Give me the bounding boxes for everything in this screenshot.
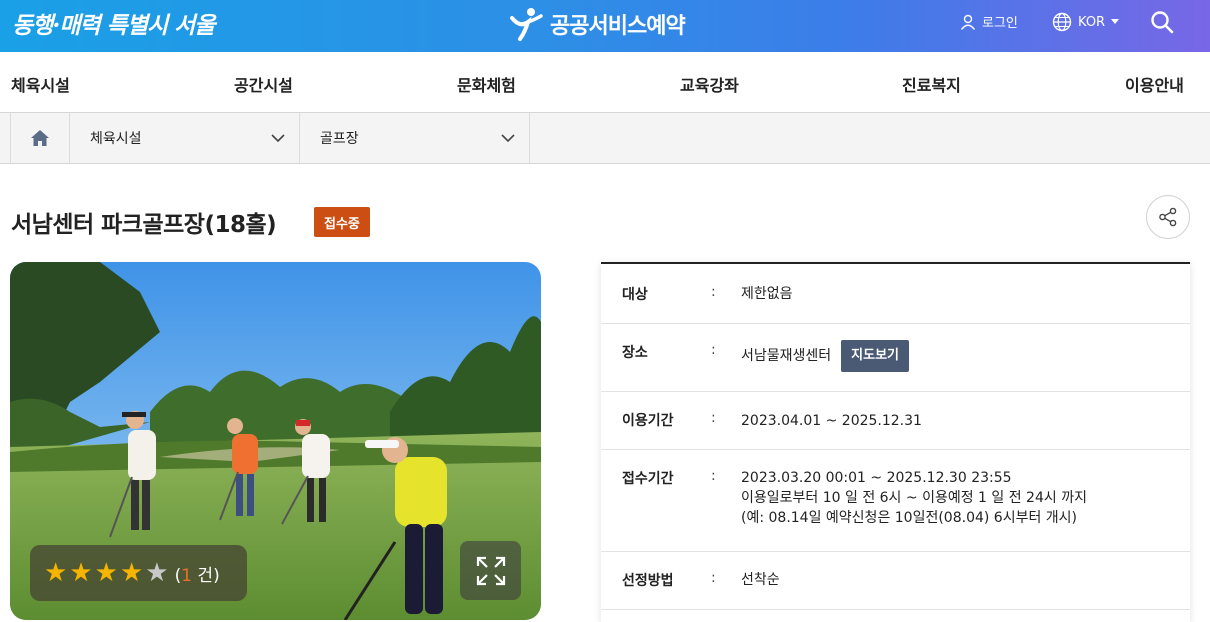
facility-info-table: 대상 : 제한없음 장소 : 서남물재생센터 지도보기 이용기간 : 2023.0…	[601, 262, 1190, 622]
info-colon: :	[711, 410, 716, 426]
user-icon	[960, 14, 976, 30]
nav-item-education[interactable]: 교육강좌	[680, 72, 739, 96]
caret-down-icon	[1111, 19, 1120, 24]
rating-count-number: 1	[181, 565, 193, 586]
info-value-location: 서남물재생센터 지도보기	[741, 340, 910, 372]
star-filled-icon: ★	[44, 558, 68, 588]
reception-period-line: 이용일로부터 10 일 전 6시 ~ 이용예정 1 일 전 24시 까지	[741, 490, 1087, 506]
info-label: 이용기간	[622, 413, 674, 429]
login-label: 로그인	[982, 16, 1018, 31]
nav-item-sports[interactable]: 체육시설	[11, 72, 70, 96]
star-filled-icon: ★	[94, 558, 118, 588]
info-value: 제한없음	[741, 286, 793, 302]
share-icon	[1159, 207, 1177, 227]
info-row-location: 장소 : 서남물재생센터 지도보기	[601, 324, 1190, 392]
nav-item-culture[interactable]: 문화체험	[457, 72, 516, 96]
info-value: 선착순	[741, 572, 780, 588]
search-button[interactable]	[1150, 10, 1174, 34]
reception-period-line: (예: 08.14일 예약신청은 10일전(08.04) 6시부터 개시)	[741, 510, 1078, 526]
nav-item-medical[interactable]: 진료복지	[902, 72, 961, 96]
rating-count: (1 건)	[175, 561, 220, 586]
language-label: KOR	[1078, 14, 1106, 30]
language-selector[interactable]: KOR	[1052, 12, 1120, 32]
info-value-multiline: 2023.03.20 00:01 ~ 2025.12.30 23:55 이용일로…	[741, 468, 1087, 528]
expand-icon	[476, 556, 505, 585]
info-colon: :	[711, 468, 716, 484]
globe-icon	[1052, 12, 1072, 32]
login-button[interactable]: 로그인	[960, 12, 1018, 31]
info-label: 접수기간	[622, 471, 674, 487]
top-header: 동행·매력 특별시 서울 공공서비스예약 로그인 KOR	[0, 0, 1210, 52]
nav-item-space[interactable]: 공간시설	[234, 72, 293, 96]
info-label: 대상	[622, 287, 648, 303]
home-button[interactable]	[10, 113, 70, 163]
brand-figure-icon	[510, 8, 543, 41]
reception-period-line: 2023.03.20 00:01 ~ 2025.12.30 23:55	[741, 470, 1012, 486]
info-value: 2023.04.01 ~ 2025.12.31	[741, 413, 922, 429]
brand-logo[interactable]: 공공서비스예약	[508, 6, 686, 42]
info-colon: :	[711, 284, 716, 300]
info-label: 장소	[622, 345, 648, 361]
share-button[interactable]	[1146, 195, 1190, 239]
main-navigation: 체육시설 공간시설 문화체험 교육강좌 진료복지 이용안내	[0, 52, 1210, 113]
home-icon	[31, 130, 49, 146]
info-colon: :	[711, 342, 716, 358]
chevron-down-icon	[501, 134, 515, 142]
star-filled-icon: ★	[119, 558, 144, 588]
category-select-label: 체육시설	[90, 131, 142, 147]
category-select[interactable]: 체육시설	[70, 113, 300, 163]
status-badge: 접수중	[314, 207, 370, 237]
info-colon: :	[711, 570, 716, 586]
search-icon	[1151, 11, 1174, 34]
rating-overlay: ★ ★ ★ ★ ★ (1 건)	[30, 545, 247, 601]
star-empty-icon: ★	[145, 558, 169, 588]
expand-photo-button[interactable]	[460, 541, 521, 600]
subcategory-select[interactable]: 골프장	[300, 113, 530, 163]
brand-name: 공공서비스예약	[550, 14, 686, 39]
info-row-target: 대상 : 제한없음	[601, 264, 1190, 324]
info-row-selection-method: 선정방법 : 선착순	[601, 552, 1190, 610]
info-row-reception-period: 접수기간 : 2023.03.20 00:01 ~ 2025.12.30 23:…	[601, 450, 1190, 552]
star-filled-icon: ★	[69, 558, 93, 588]
seoul-slogan-logo[interactable]: 동행·매력 특별시 서울	[12, 6, 215, 40]
breadcrumb: 체육시설 골프장	[0, 113, 1210, 164]
chevron-down-icon	[271, 134, 285, 142]
location-name: 서남물재생센터	[741, 348, 832, 364]
page-title: 서남센터 파크골프장(18홀)	[11, 212, 277, 238]
nav-item-guide[interactable]: 이용안내	[1125, 72, 1184, 96]
info-label: 선정방법	[622, 573, 674, 589]
subcategory-select-label: 골프장	[320, 131, 359, 147]
rating-count-suffix: 건)	[192, 565, 220, 586]
info-row-usage-period: 이용기간 : 2023.04.01 ~ 2025.12.31	[601, 392, 1190, 450]
view-map-button[interactable]: 지도보기	[841, 340, 910, 372]
